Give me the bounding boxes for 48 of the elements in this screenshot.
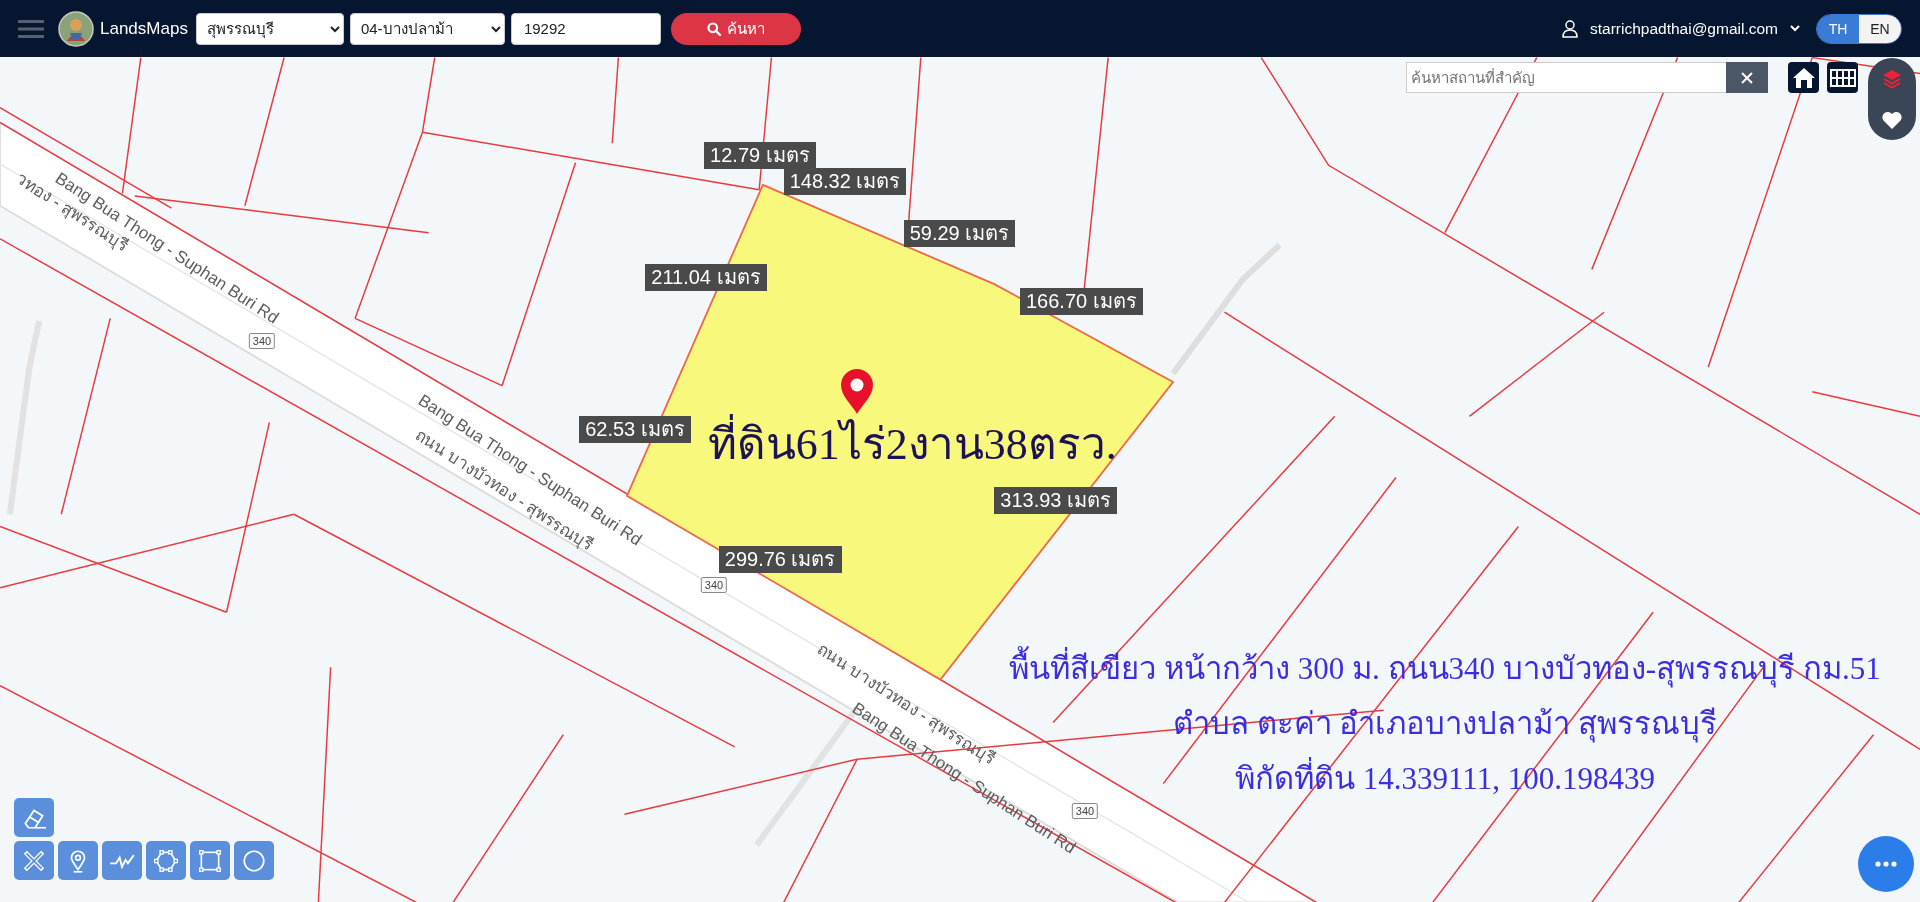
- distance-label: 148.32 เมตร: [783, 167, 907, 195]
- polygon-tool-button[interactable]: [146, 841, 186, 880]
- province-select[interactable]: สุพรรณบุรี: [195, 12, 344, 45]
- circle-icon: [241, 847, 267, 874]
- house-icon: [1791, 66, 1816, 89]
- zigzag-line-tool-button[interactable]: [102, 841, 142, 880]
- user-icon[interactable]: [1561, 19, 1578, 38]
- area-label: ที่ดิน61ไร่2งาน38ตรว.: [707, 412, 1117, 477]
- polygon-icon: [153, 847, 179, 874]
- grid-button[interactable]: [1827, 62, 1858, 93]
- heart-icon[interactable]: [1881, 110, 1903, 130]
- eraser-tool-button[interactable]: [14, 798, 54, 837]
- chat-button[interactable]: [1858, 836, 1914, 892]
- user-email[interactable]: starrichpadthai@gmail.com: [1589, 19, 1778, 38]
- distance-label: 211.04 เมตร: [645, 264, 767, 292]
- distance-label: 166.70 เมตร: [1020, 287, 1143, 315]
- square-tool-button[interactable]: [190, 841, 230, 880]
- grid-icon: [1829, 68, 1856, 87]
- distance-label: 59.29 เมตร: [903, 220, 1016, 248]
- distance-label: 299.76 เมตร: [718, 546, 842, 574]
- menu-icon[interactable]: [18, 18, 44, 39]
- ruler-pencil-tool-button[interactable]: [14, 841, 54, 880]
- logo-icon[interactable]: [58, 10, 94, 47]
- parcel-number-field[interactable]: 19292: [510, 12, 661, 45]
- chevron-down-icon[interactable]: [1790, 25, 1800, 32]
- distance-label: 62.53 เมตร: [579, 416, 691, 444]
- circle-tool-button[interactable]: [234, 841, 274, 880]
- district-select[interactable]: 04-บางปลาม้า: [349, 12, 505, 45]
- square-icon: [197, 847, 223, 874]
- distance-label: 12.79 เมตร: [704, 142, 816, 170]
- search-icon: [706, 21, 721, 36]
- language-tab[interactable]: TH: [1817, 14, 1859, 43]
- search-button[interactable]: ค้นหา: [670, 12, 801, 45]
- language-tab[interactable]: EN: [1859, 14, 1901, 43]
- road-number-sign: 340: [700, 577, 728, 593]
- road-number-sign: 340: [1071, 803, 1099, 819]
- clear-search-button[interactable]: [1726, 62, 1768, 93]
- close-icon: [1741, 71, 1753, 84]
- map-pin-tool-button[interactable]: [58, 841, 98, 880]
- home-button[interactable]: [1788, 62, 1819, 93]
- road-number-sign: 340: [248, 333, 276, 349]
- layers-icon[interactable]: [1881, 68, 1903, 90]
- app-name: LandsMaps: [100, 18, 188, 39]
- more-dots-icon: [1875, 861, 1897, 867]
- distance-label: 313.93 เมตร: [994, 487, 1117, 515]
- location-pin-icon[interactable]: [840, 369, 874, 415]
- place-search-field[interactable]: ค้นหาสถานที่สำคัญ: [1406, 62, 1726, 93]
- zigzag-line-icon: [109, 852, 135, 869]
